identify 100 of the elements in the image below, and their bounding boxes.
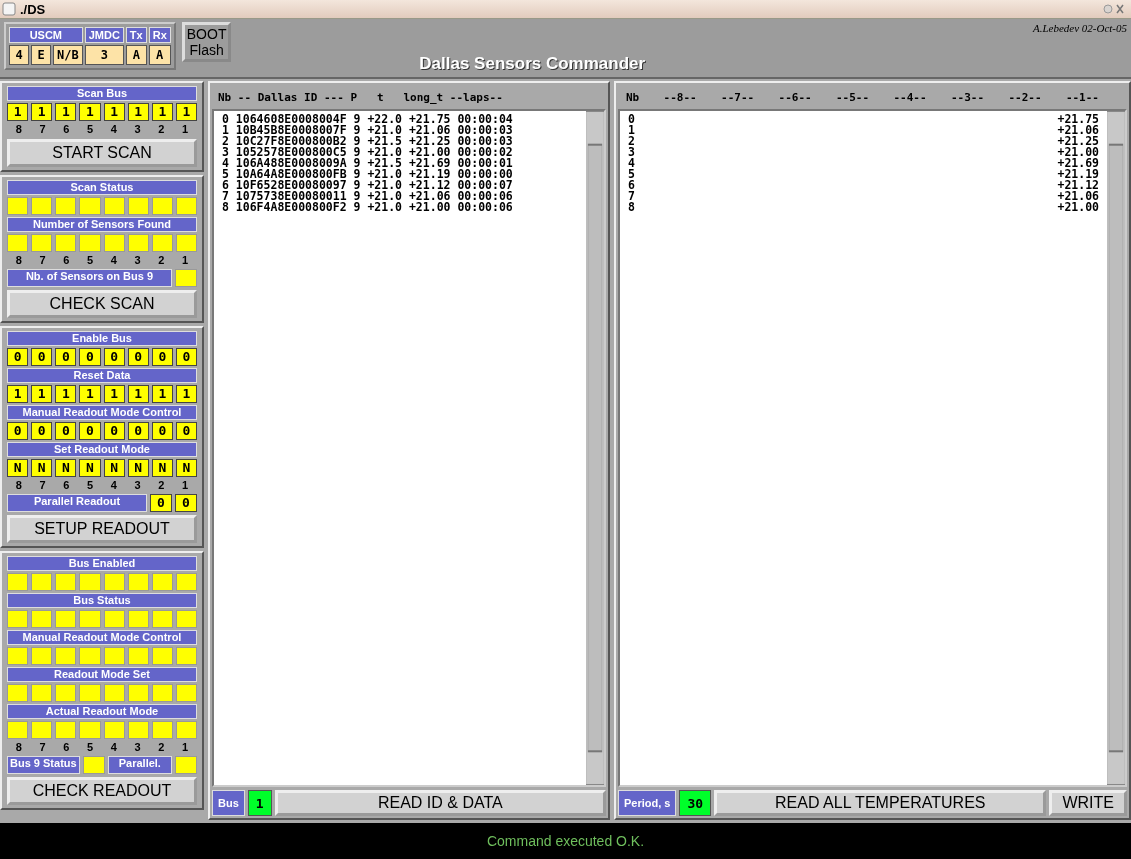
- bus-number: 1: [182, 254, 189, 267]
- bus-number: 5: [87, 254, 94, 267]
- sensor-row[interactable]: 4 106A488E0008009A 9 +21.5 +21.69 00:00:01: [222, 158, 578, 169]
- value-cell[interactable]: 1: [175, 103, 197, 121]
- indicator-cell: [151, 234, 173, 252]
- indicator-cell: [79, 684, 101, 702]
- value-cell[interactable]: 0: [31, 422, 53, 440]
- value-cell[interactable]: 1: [31, 103, 53, 121]
- value-cell[interactable]: 0: [79, 348, 101, 366]
- sensor-row[interactable]: 0 1064608E0008004F 9 +22.0 +21.75 00:00:04: [222, 114, 578, 125]
- indicator-cell: [151, 647, 173, 665]
- value-cell[interactable]: 0: [7, 348, 29, 366]
- bus-number: 1: [182, 479, 189, 492]
- status-cell: 4: [9, 45, 29, 65]
- value-cell[interactable]: N: [31, 459, 53, 477]
- value-cell[interactable]: 1: [175, 385, 197, 403]
- status-cell: A: [148, 45, 171, 65]
- status-message: Command executed O.K.: [486, 833, 645, 849]
- value-cell[interactable]: N: [175, 459, 197, 477]
- value-cell[interactable]: N: [7, 459, 29, 477]
- value-cell[interactable]: 0: [175, 422, 197, 440]
- value-cell[interactable]: N: [55, 459, 77, 477]
- value-cell[interactable]: 0: [127, 422, 149, 440]
- bus-number: 5: [87, 479, 94, 492]
- value-cell[interactable]: 1: [7, 385, 29, 403]
- period-value[interactable]: 30: [679, 790, 712, 816]
- bus-number: 6: [63, 254, 70, 267]
- value-cell[interactable]: 0: [55, 422, 77, 440]
- boot-flash-button[interactable]: BOOT Flash: [181, 22, 232, 62]
- sensor-row[interactable]: 7 1075738E00080011 9 +21.0 +21.06 00:00:06: [222, 191, 578, 202]
- read-id-button[interactable]: READ ID & DATA: [274, 790, 606, 816]
- row-number: 6: [628, 180, 635, 191]
- window-controls-icon[interactable]: [1103, 3, 1125, 15]
- value-cell[interactable]: 1: [103, 103, 125, 121]
- section-label: Enable Bus: [7, 331, 197, 346]
- value-cell[interactable]: 1: [151, 385, 173, 403]
- sensor-row[interactable]: 8 106F4A8E000800F2 9 +21.0 +21.00 00:00:06: [222, 202, 578, 213]
- value-cell[interactable]: 1: [79, 103, 101, 121]
- temperature-value: +21.25: [1057, 136, 1099, 147]
- field-label: Bus 9 Status: [7, 756, 80, 774]
- row-number: 5: [628, 169, 635, 180]
- section-label: Number of Sensors Found: [7, 217, 197, 232]
- indicator-cell: [79, 197, 101, 215]
- indicator-cell: [31, 197, 53, 215]
- indicator-cell: [79, 647, 101, 665]
- indicator-cell: [103, 647, 125, 665]
- column-label: Tx: [125, 27, 147, 43]
- sensor-row[interactable]: 3 1052578E000800C5 9 +21.0 +21.00 00:00:02: [222, 147, 578, 158]
- value-cell[interactable]: 0: [127, 348, 149, 366]
- value-cell[interactable]: 1: [79, 385, 101, 403]
- command-button[interactable]: CHECK SCAN: [7, 290, 197, 318]
- indicator-cell: [151, 684, 173, 702]
- column-header: --2--: [1008, 91, 1042, 104]
- column-headers: Nb -- Dallas ID --- P t long_t --laps--: [217, 90, 504, 106]
- value-cell[interactable]: 1: [55, 103, 77, 121]
- bus-number: 3: [134, 741, 141, 754]
- command-button[interactable]: CHECK READOUT: [7, 777, 197, 805]
- value-cell[interactable]: N: [127, 459, 149, 477]
- sensor-row[interactable]: 6 10F6528E00080097 9 +21.0 +21.12 00:00:07: [222, 180, 578, 191]
- bus-value[interactable]: 1: [247, 790, 272, 816]
- value-cell[interactable]: N: [151, 459, 173, 477]
- value-cell[interactable]: 1: [151, 103, 173, 121]
- command-button[interactable]: START SCAN: [7, 139, 197, 167]
- value-cell[interactable]: N: [103, 459, 125, 477]
- bus-number: 5: [87, 741, 94, 754]
- command-button[interactable]: SETUP READOUT: [7, 515, 197, 543]
- value-cell[interactable]: 1: [127, 103, 149, 121]
- indicator-cell: [7, 610, 29, 628]
- value-cell[interactable]: 1: [31, 385, 53, 403]
- sensor-row[interactable]: 2 10C27F8E000800B2 9 +21.5 +21.25 00:00:03: [222, 136, 578, 147]
- sensor-row[interactable]: 1 10B45B8E0008007F 9 +21.0 +21.06 00:00:03: [222, 125, 578, 136]
- indicator-cell: [55, 610, 77, 628]
- value-cell[interactable]: 1: [127, 385, 149, 403]
- bus-number: 4: [110, 479, 117, 492]
- temperature-value: +21.00: [1057, 147, 1099, 158]
- read-temperatures-button[interactable]: READ ALL TEMPERATURES: [714, 790, 1047, 816]
- value-cell[interactable]: 0: [31, 348, 53, 366]
- value-cell[interactable]: 0: [175, 348, 197, 366]
- sensor-row[interactable]: 5 10A64A8E000800FB 9 +21.0 +21.19 00:00:00: [222, 169, 578, 180]
- value-cell[interactable]: 0: [103, 422, 125, 440]
- field-label: Nb. of Sensors on Bus 9: [7, 269, 172, 287]
- value-cell[interactable]: 0: [7, 422, 29, 440]
- value-cell[interactable]: 1: [55, 385, 77, 403]
- value-cell[interactable]: N: [79, 459, 101, 477]
- indicator-cell: [31, 234, 53, 252]
- value-cell[interactable]: 1: [7, 103, 29, 121]
- value-cell[interactable]: 0: [103, 348, 125, 366]
- value-cell[interactable]: 1: [103, 385, 125, 403]
- value-cell[interactable]: 0: [175, 494, 197, 512]
- value-cell[interactable]: 0: [79, 422, 101, 440]
- status-cell: E: [31, 45, 51, 65]
- value-cell[interactable]: 0: [55, 348, 77, 366]
- write-button[interactable]: WRITE: [1049, 790, 1127, 816]
- value-cell[interactable]: 0: [151, 348, 173, 366]
- row-number: 7: [628, 191, 635, 202]
- indicator-cell: [82, 756, 105, 774]
- indicator-cell: [55, 234, 77, 252]
- value-cell[interactable]: 0: [151, 422, 173, 440]
- value-cell[interactable]: 0: [150, 494, 172, 512]
- row-number: 4: [628, 158, 635, 169]
